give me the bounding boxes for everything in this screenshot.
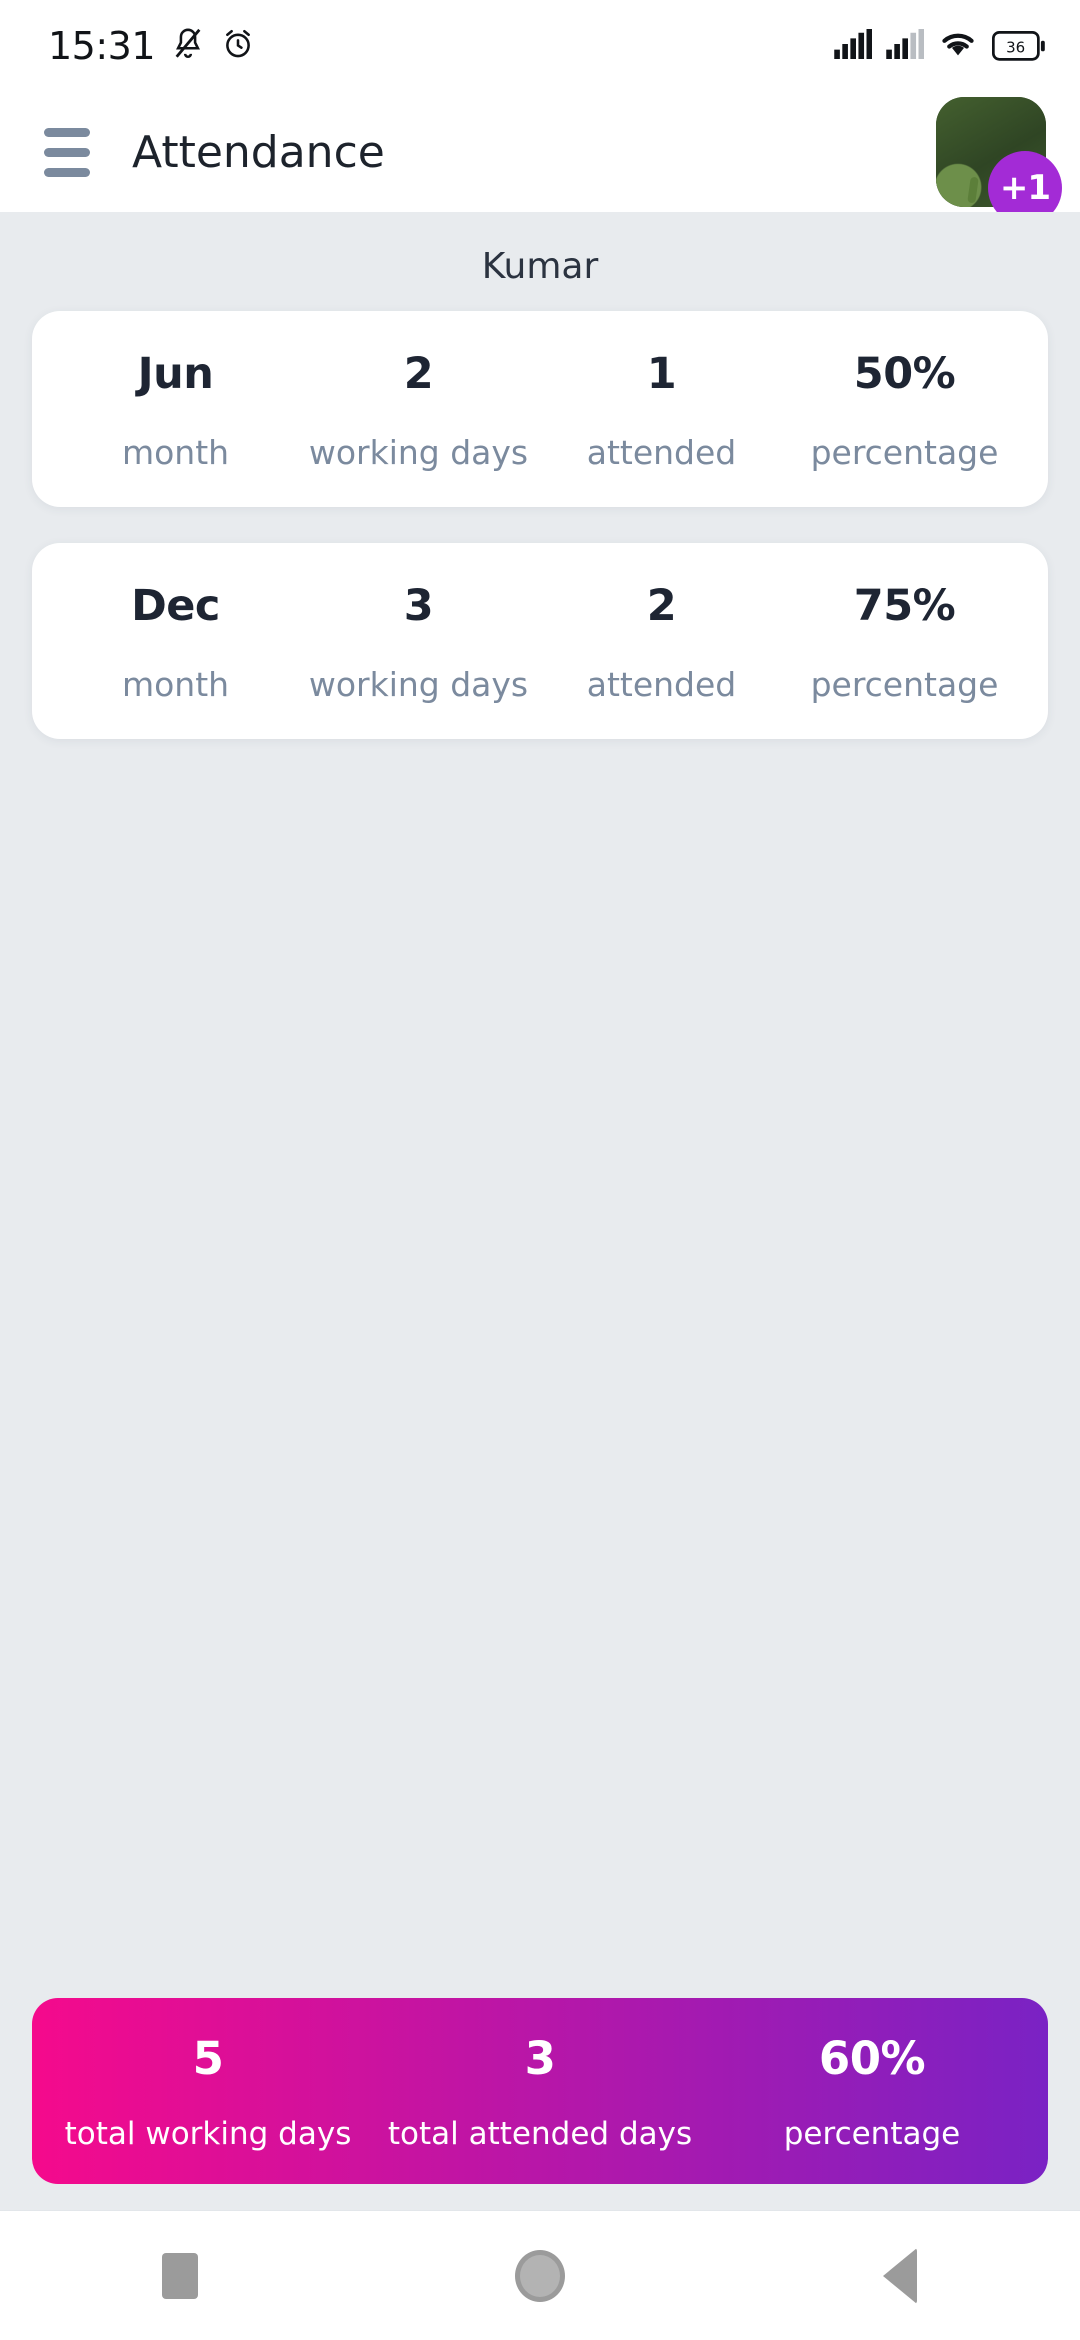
- card-month-cell: Jun month: [54, 349, 297, 472]
- recents-square-shape: [162, 2252, 198, 2299]
- wifi-icon: [938, 28, 978, 64]
- battery-icon: 36: [992, 31, 1046, 61]
- card-attended-label: attended: [586, 665, 737, 704]
- card-month-cell: Dec month: [54, 581, 297, 704]
- totals-summary-bar: 5 total working days 3 total attended da…: [32, 1998, 1048, 2184]
- card-percentage-label: percentage: [810, 665, 999, 704]
- card-working-days-label: working days: [308, 433, 529, 472]
- main-content: Kumar Jun month 2 working days 1 attende…: [0, 212, 1080, 2210]
- avatar[interactable]: +1: [936, 97, 1062, 225]
- back-triangle-shape: [883, 2247, 917, 2304]
- phone-screen: 15:31 36 Attendance +1 Kumar Jun month 2…: [0, 0, 1080, 2340]
- attendance-row: Dec month 3 working days 2 attended 75% …: [54, 581, 1026, 704]
- app-bar: Attendance +1: [0, 92, 1080, 225]
- card-percentage-value: 50%: [853, 349, 956, 399]
- card-working-days-cell: 3 working days: [297, 581, 540, 704]
- home-circle-shape: [515, 2249, 565, 2302]
- card-month-value: Jun: [137, 349, 214, 399]
- card-attended-cell: 2 attended: [540, 581, 783, 704]
- attendance-card[interactable]: Dec month 3 working days 2 attended 75% …: [32, 543, 1048, 739]
- signal-bars-icon: [834, 29, 873, 63]
- status-bar-clock: 15:31: [48, 24, 156, 68]
- person-name: Kumar: [481, 246, 599, 287]
- card-working-days-value: 2: [403, 349, 434, 399]
- total-attended-days-label: total attended days: [387, 2116, 693, 2152]
- square-recents-icon[interactable]: [95, 2231, 265, 2321]
- alarm-clock-icon: [221, 25, 255, 67]
- card-attended-cell: 1 attended: [540, 349, 783, 472]
- card-attended-label: attended: [586, 433, 737, 472]
- page-title: Attendance: [132, 126, 385, 178]
- card-month-value: Dec: [131, 581, 220, 631]
- card-percentage-cell: 75% percentage: [783, 581, 1026, 704]
- svg-text:36: 36: [1006, 38, 1025, 56]
- total-percentage-cell: 60% percentage: [706, 2036, 1038, 2150]
- total-working-days-cell: 5 total working days: [42, 2036, 374, 2150]
- total-attended-days-cell: 3 total attended days: [374, 2036, 706, 2150]
- circle-home-icon[interactable]: [455, 2231, 625, 2321]
- card-attended-value: 1: [646, 349, 677, 399]
- card-working-days-label: working days: [308, 665, 529, 704]
- attendance-row: Jun month 2 working days 1 attended 50% …: [54, 349, 1026, 472]
- hamburger-menu-icon[interactable]: [44, 127, 90, 177]
- status-bar-right: 36: [834, 28, 1046, 64]
- hamburger-bar-3: [44, 167, 90, 177]
- total-percentage-value: 60%: [818, 2032, 926, 2085]
- hamburger-bar-1: [44, 127, 90, 137]
- card-percentage-label: percentage: [810, 433, 999, 472]
- triangle-back-icon[interactable]: [815, 2231, 985, 2321]
- total-attended-days-value: 3: [524, 2032, 556, 2085]
- status-bar: 15:31 36: [0, 0, 1080, 92]
- total-working-days-value: 5: [192, 2032, 224, 2085]
- card-percentage-cell: 50% percentage: [783, 349, 1026, 472]
- card-working-days-value: 3: [403, 581, 434, 631]
- android-navigation-bar: [0, 2210, 1080, 2340]
- hamburger-bar-2: [44, 147, 90, 157]
- total-working-days-label: total working days: [64, 2116, 352, 2152]
- status-bar-left: 15:31: [48, 24, 255, 68]
- card-month-label: month: [121, 665, 230, 704]
- bell-mute-icon: [171, 25, 205, 67]
- signal-bars-2-icon: [886, 29, 925, 63]
- card-working-days-cell: 2 working days: [297, 349, 540, 472]
- attendance-card[interactable]: Jun month 2 working days 1 attended 50% …: [32, 311, 1048, 507]
- card-month-label: month: [121, 433, 230, 472]
- card-attended-value: 2: [646, 581, 677, 631]
- card-percentage-value: 75%: [853, 581, 956, 631]
- total-percentage-label: percentage: [783, 2116, 961, 2152]
